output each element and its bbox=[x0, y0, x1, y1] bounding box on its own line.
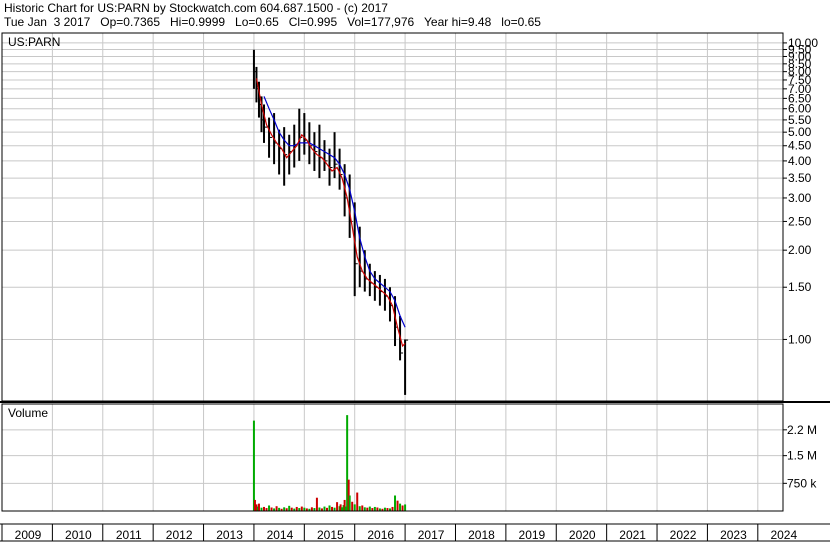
price-bars bbox=[252, 49, 409, 395]
price-tick-label: 2.00 bbox=[788, 243, 812, 257]
year-tick-label: 2012 bbox=[166, 528, 193, 542]
stock-chart: 10.009.509.008.508.007.507.006.506.005.5… bbox=[0, 32, 830, 542]
year-tick-label: 2024 bbox=[770, 528, 797, 542]
year-tick-label: 2016 bbox=[367, 528, 394, 542]
year-tick-label: 2023 bbox=[720, 528, 747, 542]
price-tick-label: 4.50 bbox=[788, 139, 812, 153]
price-axis-labels: 10.009.509.008.508.007.507.006.506.005.5… bbox=[783, 36, 818, 346]
year-tick-label: 2009 bbox=[15, 528, 42, 542]
year-tick-label: 2021 bbox=[619, 528, 646, 542]
year-axis-labels: 2009 2010 2011 2012 2013 2014 2015 2016 2017 2018… bbox=[1, 524, 797, 542]
moving-average-short-line bbox=[255, 78, 406, 348]
volume-tick-label: 750 k bbox=[787, 476, 817, 490]
price-grid bbox=[1, 33, 783, 401]
price-panel-frame bbox=[1, 32, 784, 402]
year-tick-label: 2020 bbox=[569, 528, 596, 542]
year-tick-label: 2010 bbox=[65, 528, 92, 542]
year-tick-label: 2019 bbox=[519, 528, 546, 542]
year-tick-label: 2013 bbox=[216, 528, 243, 542]
year-tick-label: 2017 bbox=[418, 528, 445, 542]
moving-averages bbox=[255, 78, 406, 348]
price-tick-label: 1.00 bbox=[788, 332, 812, 346]
volume-grid bbox=[1, 404, 783, 511]
volume-axis-labels: 2.2 M 1.5 M 750 k bbox=[783, 423, 817, 490]
volume-panel-title: Volume bbox=[8, 406, 48, 420]
price-tick-label: 2.50 bbox=[788, 214, 812, 228]
price-tick-label: 5.00 bbox=[788, 125, 812, 139]
price-tick-label: 4.00 bbox=[788, 154, 812, 168]
price-panel-title: US:PARN bbox=[8, 35, 60, 49]
year-tick-label: 2015 bbox=[317, 528, 344, 542]
volume-panel-frame bbox=[1, 403, 784, 512]
price-tick-label: 3.50 bbox=[788, 171, 812, 185]
price-tick-label: 3.00 bbox=[788, 191, 812, 205]
year-tick-label: 2018 bbox=[468, 528, 495, 542]
year-tick-label: 2022 bbox=[670, 528, 697, 542]
volume-tick-label: 2.2 M bbox=[787, 423, 817, 437]
price-tick-label: 1.50 bbox=[788, 280, 812, 294]
year-tick-label: 2014 bbox=[267, 528, 294, 542]
year-tick-label: 2011 bbox=[116, 528, 142, 542]
volume-tick-label: 1.5 M bbox=[787, 449, 817, 463]
